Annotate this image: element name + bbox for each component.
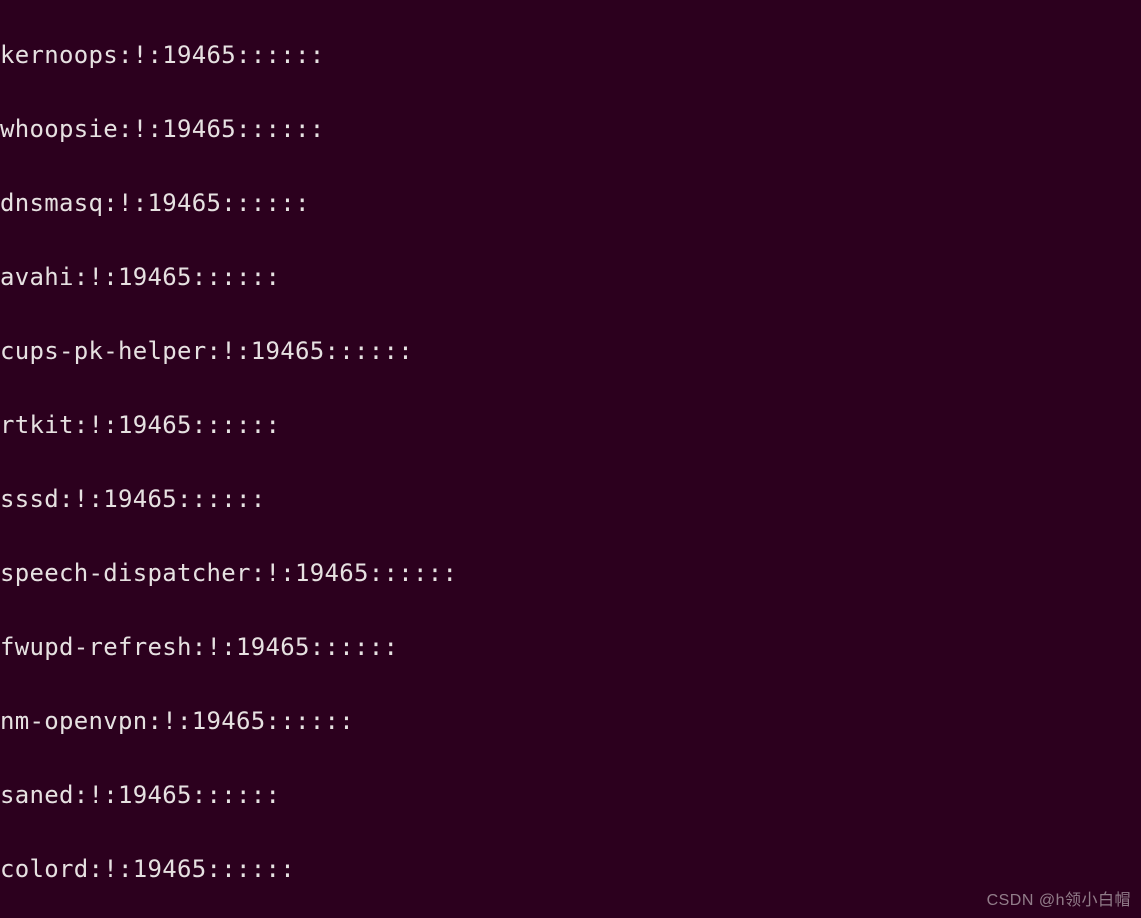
shadow-line-rtkit: rtkit:!:19465::::::	[0, 407, 1141, 444]
shadow-line-colord: colord:!:19465::::::	[0, 851, 1141, 888]
shadow-line-whoopsie: whoopsie:!:19465::::::	[0, 111, 1141, 148]
shadow-line-speech-dispatcher: speech-dispatcher:!:19465::::::	[0, 555, 1141, 592]
shadow-line-kernoops: kernoops:!:19465::::::	[0, 37, 1141, 74]
shadow-line-nm-openvpn: nm-openvpn:!:19465::::::	[0, 703, 1141, 740]
shadow-line-saned: saned:!:19465::::::	[0, 777, 1141, 814]
shadow-line-fwupd-refresh: fwupd-refresh:!:19465::::::	[0, 629, 1141, 666]
shadow-line-avahi: avahi:!:19465::::::	[0, 259, 1141, 296]
shadow-line-cups-pk-helper: cups-pk-helper:!:19465::::::	[0, 333, 1141, 370]
watermark-text: CSDN @h领小白帽	[987, 886, 1131, 910]
terminal-output[interactable]: kernoops:!:19465:::::: whoopsie:!:19465:…	[0, 0, 1141, 918]
shadow-line-dnsmasq: dnsmasq:!:19465::::::	[0, 185, 1141, 222]
shadow-line-sssd: sssd:!:19465::::::	[0, 481, 1141, 518]
